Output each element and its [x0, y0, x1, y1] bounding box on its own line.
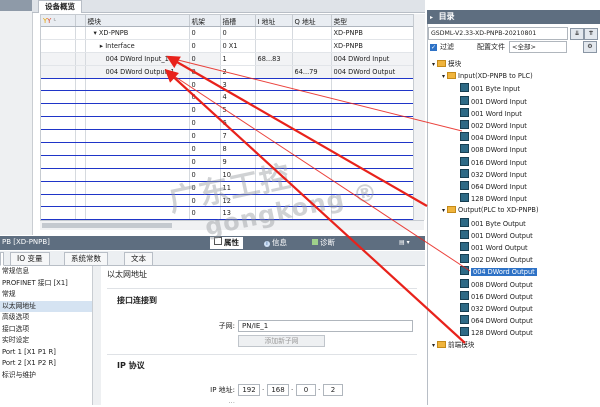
arrow-to-input-row: [166, 55, 428, 207]
thin-line-output: [167, 71, 471, 272]
arrow-to-output-row: [164, 69, 466, 344]
annotation-arrows: [164, 55, 471, 344]
thin-line-input: [169, 57, 463, 132]
